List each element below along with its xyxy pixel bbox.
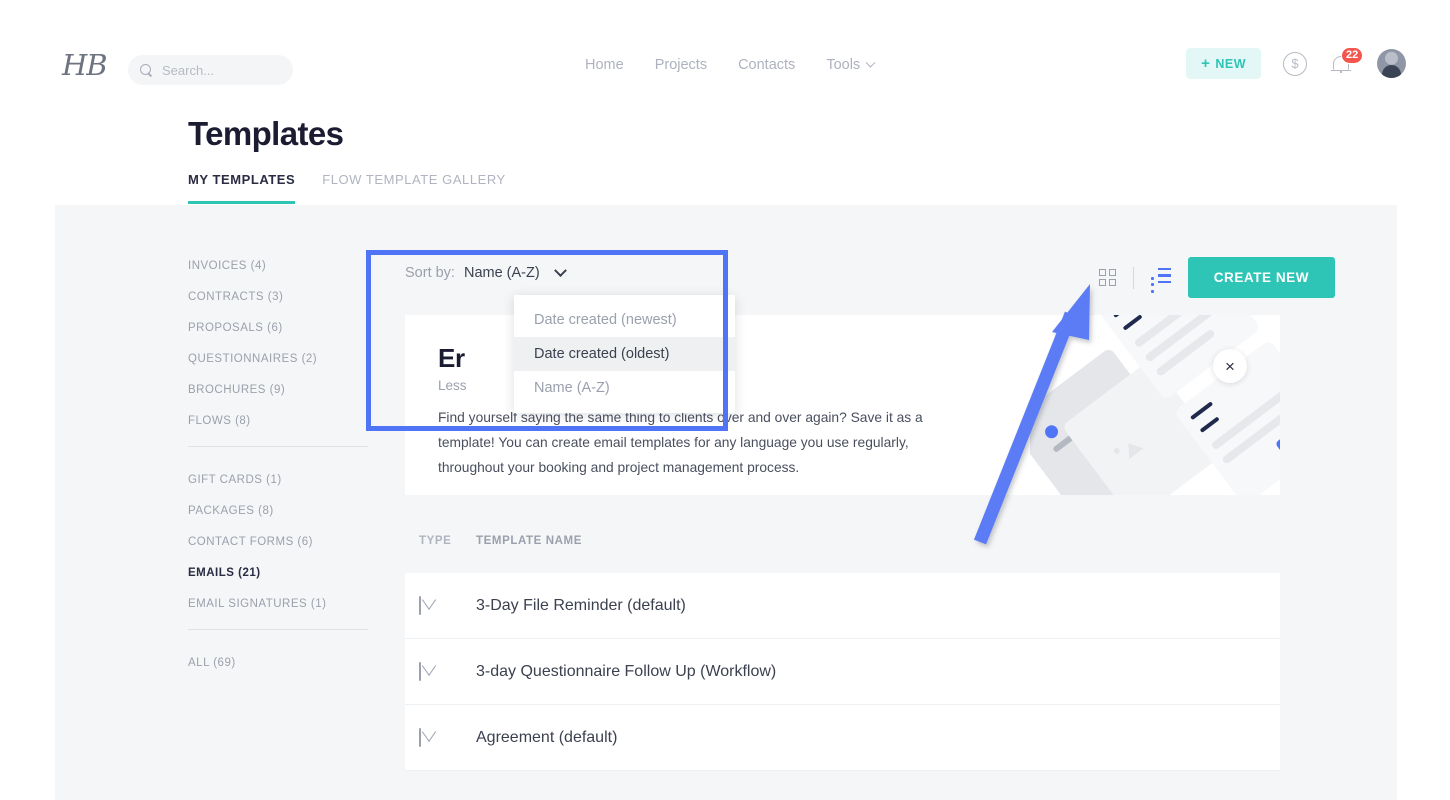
honeybook-logo[interactable]: HB: [62, 48, 107, 82]
sort-dropdown-menu: Date created (newest) Date created (olde…: [514, 295, 735, 413]
table-row[interactable]: 3-day Questionnaire Follow Up (Workflow): [405, 639, 1280, 705]
primary-nav: Home Projects Contacts Tools: [585, 57, 874, 73]
tab-flow-template-gallery[interactable]: FLOW TEMPLATE GALLERY: [322, 172, 506, 204]
bell-clapper-icon: [1340, 70, 1342, 73]
envelope-icon: [405, 663, 476, 681]
notifications-bell-button[interactable]: 22: [1329, 51, 1355, 77]
sort-option-name-az[interactable]: Name (A-Z): [514, 371, 735, 405]
sort-option-date-oldest[interactable]: Date created (oldest): [514, 337, 735, 371]
search-icon: [140, 64, 153, 77]
close-icon: ×: [1225, 358, 1235, 375]
banner-subtitle: Less: [438, 378, 467, 393]
banner-illustration: [1030, 315, 1280, 495]
app-window: HB Search... Home Projects Contacts Tool…: [0, 0, 1450, 800]
nav-item-contacts[interactable]: Contacts: [738, 57, 795, 73]
nav-item-tools[interactable]: Tools: [826, 57, 874, 73]
search-placeholder: Search...: [162, 63, 214, 78]
sort-selected-value[interactable]: Name (A-Z): [464, 265, 540, 281]
sidebar-item-contracts[interactable]: CONTRACTS (3): [188, 291, 373, 303]
new-button[interactable]: + NEW: [1186, 48, 1261, 79]
top-navigation-bar: HB Search... Home Projects Contacts Tool…: [0, 0, 1450, 110]
sidebar-item-brochures[interactable]: BROCHURES (9): [188, 384, 373, 396]
view-toolbar: CREATE NEW: [1099, 257, 1335, 298]
page-tabs: MY TEMPLATES FLOW TEMPLATE GALLERY: [188, 172, 506, 204]
sidebar-item-all[interactable]: ALL (69): [188, 657, 373, 669]
sidebar-divider-1: [188, 446, 368, 447]
sidebar-item-gift-cards[interactable]: GIFT CARDS (1): [188, 474, 373, 486]
nav-item-tools-label: Tools: [826, 57, 860, 73]
envelope-icon: [405, 597, 476, 615]
sort-control[interactable]: Sort by: Name (A-Z): [405, 265, 565, 281]
sort-option-date-newest[interactable]: Date created (newest): [514, 303, 735, 337]
tab-my-templates[interactable]: MY TEMPLATES: [188, 172, 295, 204]
category-sidebar: INVOICES (4) CONTRACTS (3) PROPOSALS (6)…: [188, 260, 373, 688]
dollar-circle-icon[interactable]: $: [1283, 52, 1307, 76]
sort-by-label: Sort by:: [405, 265, 455, 281]
header-actions: + NEW $ 22: [1186, 48, 1406, 79]
chevron-down-icon: [866, 57, 876, 67]
table-row[interactable]: Agreement (default): [405, 705, 1280, 771]
grid-view-icon[interactable]: [1099, 269, 1116, 286]
notification-count-badge: 22: [1341, 47, 1363, 64]
sidebar-item-proposals[interactable]: PROPOSALS (6): [188, 322, 373, 334]
new-button-label: NEW: [1215, 57, 1246, 71]
sidebar-item-emails[interactable]: EMAILS (21): [188, 567, 373, 579]
sidebar-divider-2: [188, 629, 368, 630]
nav-item-home[interactable]: Home: [585, 57, 624, 73]
close-banner-button[interactable]: ×: [1213, 349, 1247, 383]
sidebar-item-flows[interactable]: FLOWS (8): [188, 415, 373, 427]
sidebar-item-packages[interactable]: PACKAGES (8): [188, 505, 373, 517]
sidebar-item-questionnaires[interactable]: QUESTIONNAIRES (2): [188, 353, 373, 365]
list-view-icon[interactable]: [1151, 268, 1171, 287]
chevron-down-icon[interactable]: [554, 264, 567, 277]
templates-list: 3-Day File Reminder (default) 3-day Ques…: [405, 573, 1280, 771]
template-name: 3-day Questionnaire Follow Up (Workflow): [476, 663, 776, 681]
page-title: Templates: [188, 115, 343, 153]
plus-icon: +: [1201, 56, 1210, 71]
avatar[interactable]: [1377, 49, 1406, 78]
sidebar-item-email-signatures[interactable]: EMAIL SIGNATURES (1): [188, 598, 373, 610]
banner-heading: Er: [438, 343, 465, 374]
content-area: INVOICES (4) CONTRACTS (3) PROPOSALS (6)…: [55, 205, 1397, 800]
toolbar-divider: [1133, 267, 1134, 289]
nav-item-projects[interactable]: Projects: [655, 57, 707, 73]
sidebar-item-contact-forms[interactable]: CONTACT FORMS (6): [188, 536, 373, 548]
create-new-button[interactable]: CREATE NEW: [1188, 257, 1335, 298]
column-header-type: TYPE: [405, 535, 476, 547]
table-row[interactable]: 3-Day File Reminder (default): [405, 573, 1280, 639]
sidebar-item-invoices[interactable]: INVOICES (4): [188, 260, 373, 272]
template-name: Agreement (default): [476, 729, 617, 747]
table-header: TYPE TEMPLATE NAME: [405, 535, 1280, 561]
column-header-template-name: TEMPLATE NAME: [476, 535, 582, 547]
search-input[interactable]: Search...: [128, 55, 293, 85]
template-name: 3-Day File Reminder (default): [476, 597, 686, 615]
banner-body-text: Find yourself saying the same thing to c…: [438, 405, 958, 480]
envelope-icon: [405, 729, 476, 747]
